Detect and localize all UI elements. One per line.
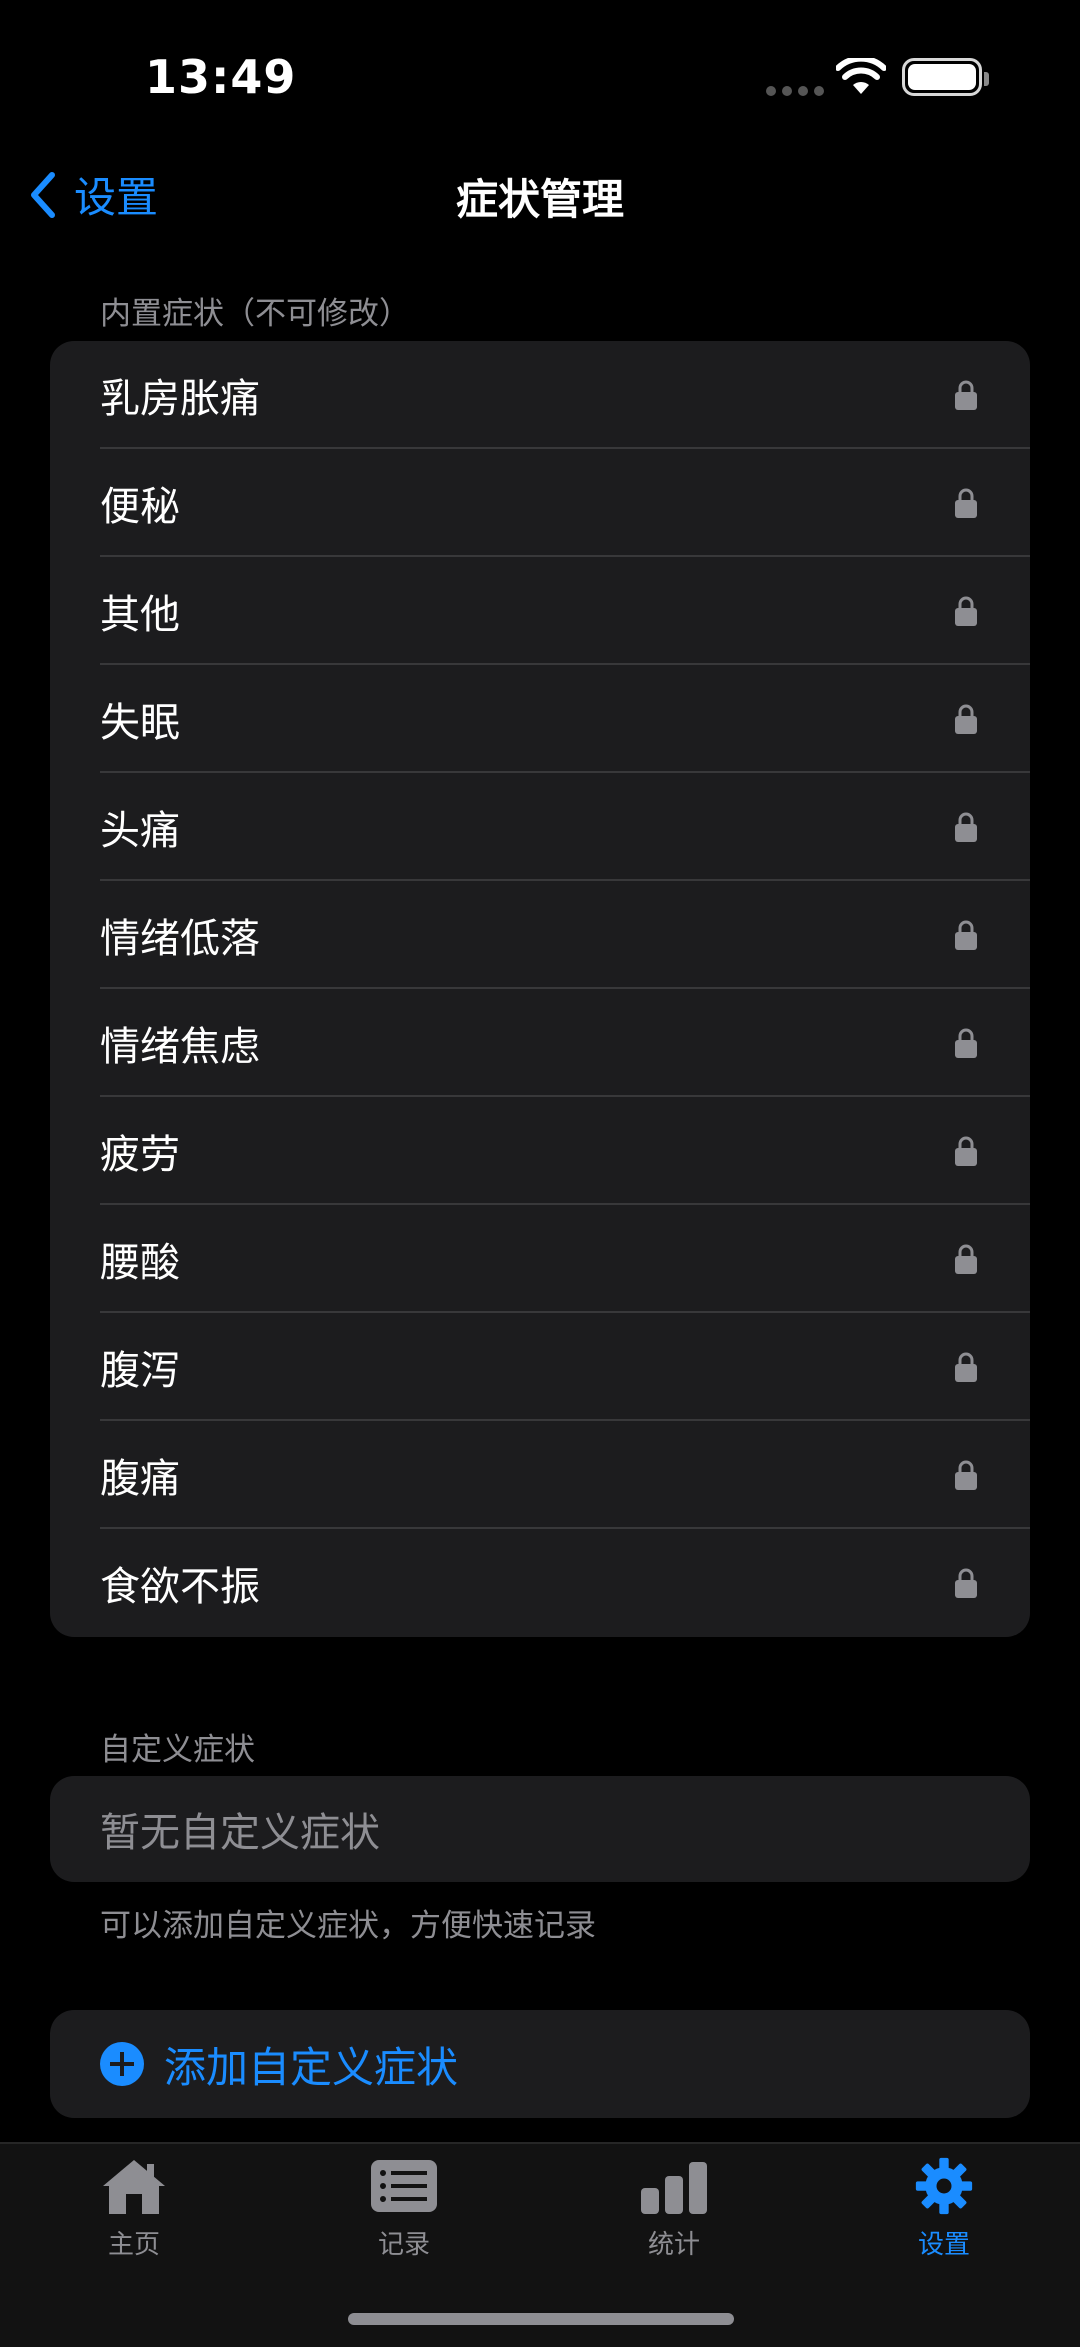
symptom-row: 头痛 xyxy=(50,773,1030,881)
lock-icon xyxy=(955,1244,977,1274)
custom-empty-text: 暂无自定义症状 xyxy=(100,1810,380,1856)
symptom-row: 腰酸 xyxy=(50,1205,1030,1313)
cellular-signal-icon xyxy=(766,86,824,96)
lock-icon xyxy=(955,1352,977,1382)
house-icon xyxy=(103,2160,165,2214)
lock-icon xyxy=(955,920,977,950)
symptom-label: 乳房胀痛 xyxy=(100,376,260,422)
add-custom-symptom-card: 添加自定义症状 xyxy=(50,2010,1030,2118)
lock-icon xyxy=(955,704,977,734)
home-indicator xyxy=(348,2313,734,2325)
tab-statistics[interactable]: 统计 xyxy=(574,2156,774,2261)
symptom-row: 腹泻 xyxy=(50,1313,1030,1421)
custom-section-header: 自定义症状 xyxy=(100,1732,255,1768)
plus-circle-icon xyxy=(100,2042,144,2086)
builtin-section-header: 内置症状（不可修改） xyxy=(100,296,410,332)
tab-label: 主页 xyxy=(107,2230,160,2260)
tab-home[interactable]: 主页 xyxy=(34,2156,234,2261)
symptom-label: 失眠 xyxy=(100,700,180,746)
symptom-label: 腰酸 xyxy=(100,1240,180,1286)
lock-icon xyxy=(955,488,977,518)
symptom-label: 腹痛 xyxy=(100,1456,180,1502)
tab-label: 记录 xyxy=(377,2230,430,2260)
symptom-label: 其他 xyxy=(100,592,180,638)
symptom-row: 乳房胀痛 xyxy=(50,341,1030,449)
lock-icon xyxy=(955,596,977,626)
lock-icon xyxy=(955,812,977,842)
custom-symptom-list: 暂无自定义症状 xyxy=(50,1776,1030,1882)
status-time: 13:49 xyxy=(145,50,297,104)
symptom-row: 情绪焦虑 xyxy=(50,989,1030,1097)
battery-icon xyxy=(902,58,989,96)
builtin-symptom-list: 乳房胀痛便秘其他失眠头痛情绪低落情绪焦虑疲劳腰酸腹泻腹痛食欲不振 xyxy=(50,341,1030,1637)
symptom-row: 其他 xyxy=(50,557,1030,665)
tab-label: 设置 xyxy=(917,2230,970,2260)
tab-settings[interactable]: 设置 xyxy=(844,2156,1044,2261)
tab-records[interactable]: 记录 xyxy=(304,2156,504,2261)
lock-icon xyxy=(955,380,977,410)
symptom-label: 情绪低落 xyxy=(100,916,260,962)
lock-icon xyxy=(955,1136,977,1166)
symptom-row: 情绪低落 xyxy=(50,881,1030,989)
symptom-label: 疲劳 xyxy=(100,1132,180,1178)
gear-icon xyxy=(915,2157,973,2215)
symptom-management-screen: 13:49 设置 症状管理 内置症状（不可修改） 乳房胀痛便秘其他失眠头痛情绪低… xyxy=(0,0,1080,2347)
page-title: 症状管理 xyxy=(455,175,624,224)
tab-label: 统计 xyxy=(647,2230,700,2260)
wifi-icon xyxy=(836,58,886,94)
symptom-label: 食欲不振 xyxy=(100,1564,260,1610)
symptom-label: 头痛 xyxy=(100,808,180,854)
symptom-label: 便秘 xyxy=(100,484,180,530)
bar-chart-icon xyxy=(641,2162,707,2214)
list-icon xyxy=(371,2160,437,2212)
lock-icon xyxy=(955,1568,977,1598)
symptom-label: 腹泻 xyxy=(100,1348,180,1394)
symptom-row: 食欲不振 xyxy=(50,1529,1030,1637)
lock-icon xyxy=(955,1028,977,1058)
symptom-row: 便秘 xyxy=(50,449,1030,557)
lock-icon xyxy=(955,1460,977,1490)
symptom-row: 疲劳 xyxy=(50,1097,1030,1205)
symptom-row: 腹痛 xyxy=(50,1421,1030,1529)
symptom-label: 情绪焦虑 xyxy=(100,1024,260,1070)
symptom-row: 失眠 xyxy=(50,665,1030,773)
custom-section-footer: 可以添加自定义症状，方便快速记录 xyxy=(100,1908,596,1944)
add-custom-symptom-button[interactable]: 添加自定义症状 xyxy=(50,2010,1030,2118)
add-custom-symptom-label: 添加自定义症状 xyxy=(164,2042,459,2092)
